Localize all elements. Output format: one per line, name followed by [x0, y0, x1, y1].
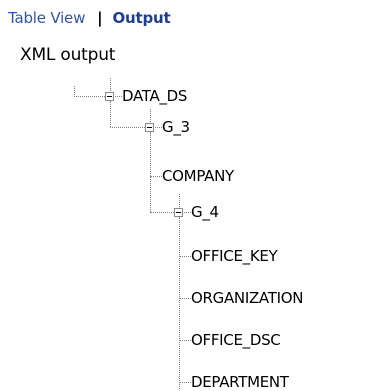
- tab-separator: |: [97, 9, 103, 27]
- tree-node-label[interactable]: DATA_DS: [122, 87, 187, 105]
- collapse-icon[interactable]: [145, 123, 154, 132]
- tab-table-view[interactable]: Table View: [8, 9, 85, 27]
- tab-output[interactable]: Output: [112, 9, 170, 27]
- tab-bar: Table View | Output: [8, 7, 171, 29]
- tree-node-label[interactable]: DEPARTMENT: [191, 373, 289, 391]
- tree-node-label[interactable]: OFFICE_KEY: [191, 247, 278, 265]
- tree-node-label[interactable]: OFFICE_DSC: [191, 331, 281, 349]
- tree-node-label[interactable]: G_4: [191, 203, 219, 221]
- collapse-icon[interactable]: [174, 208, 183, 217]
- xml-output-heading: XML output: [20, 45, 116, 65]
- tree-node-label[interactable]: ORGANIZATION: [191, 289, 303, 307]
- collapse-icon[interactable]: [105, 92, 114, 101]
- tree-node-label[interactable]: COMPANY: [162, 167, 234, 185]
- tree-node-label[interactable]: G_3: [162, 118, 190, 136]
